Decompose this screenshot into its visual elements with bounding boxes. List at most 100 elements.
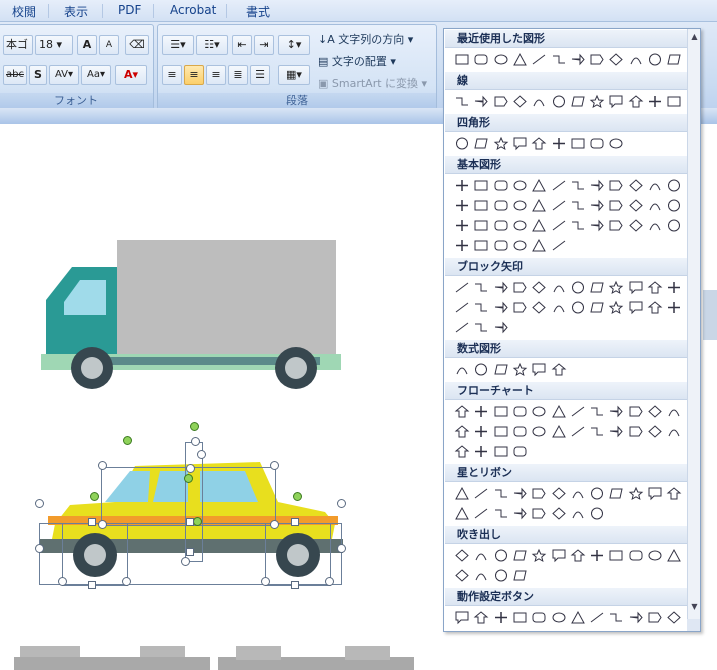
shape-option-icon[interactable] bbox=[589, 610, 605, 625]
shape-option-icon[interactable] bbox=[493, 198, 509, 213]
shape-option-icon[interactable] bbox=[647, 548, 663, 563]
shape-option-icon[interactable] bbox=[493, 218, 509, 233]
shape-option-icon[interactable] bbox=[551, 218, 567, 233]
shape-option-icon[interactable] bbox=[608, 548, 624, 563]
shape-option-icon[interactable] bbox=[493, 404, 509, 419]
shape-option-icon[interactable] bbox=[493, 178, 509, 193]
shape-option-icon[interactable] bbox=[512, 548, 528, 563]
shape-option-icon[interactable] bbox=[628, 548, 644, 563]
columns-button[interactable]: ▦▾ bbox=[278, 65, 310, 85]
shape-option-icon[interactable] bbox=[608, 404, 624, 419]
text-direction-button[interactable]: ↓A 文字列の方向 ▾ bbox=[318, 31, 436, 49]
shape-option-icon[interactable] bbox=[512, 424, 528, 439]
font-name-box[interactable]: 本ゴ bbox=[3, 35, 33, 55]
tab-review[interactable]: 校閲 bbox=[12, 3, 36, 20]
resize-handle[interactable] bbox=[186, 464, 195, 473]
shape-option-icon[interactable] bbox=[531, 362, 547, 377]
shape-option-icon[interactable] bbox=[454, 94, 470, 109]
shape-option-icon[interactable] bbox=[473, 52, 489, 67]
shape-option-icon[interactable] bbox=[493, 320, 509, 335]
shape-option-icon[interactable] bbox=[473, 568, 489, 583]
shape-option-icon[interactable] bbox=[551, 404, 567, 419]
shape-option-icon[interactable] bbox=[628, 198, 644, 213]
tab-acrobat[interactable]: Acrobat bbox=[170, 3, 216, 17]
shape-option-icon[interactable] bbox=[473, 506, 489, 521]
scroll-up-icon[interactable]: ▲ bbox=[689, 31, 700, 43]
shape-option-icon[interactable] bbox=[454, 238, 470, 253]
resize-handle[interactable] bbox=[98, 520, 107, 529]
shape-option-icon[interactable] bbox=[493, 136, 509, 151]
numbering-button[interactable]: ☷▾ bbox=[196, 35, 228, 55]
shape-option-icon[interactable] bbox=[608, 280, 624, 295]
shape-option-icon[interactable] bbox=[647, 94, 663, 109]
shape-option-icon[interactable] bbox=[570, 136, 586, 151]
clear-format-icon[interactable]: ⌫ bbox=[125, 35, 149, 55]
rotation-handle[interactable] bbox=[193, 517, 202, 526]
shape-option-icon[interactable] bbox=[666, 280, 682, 295]
resize-grip-icon[interactable] bbox=[687, 619, 700, 631]
shape-option-icon[interactable] bbox=[666, 52, 682, 67]
shape-option-icon[interactable] bbox=[647, 404, 663, 419]
shape-option-icon[interactable] bbox=[512, 444, 528, 459]
shape-option-icon[interactable] bbox=[628, 94, 644, 109]
shape-option-icon[interactable] bbox=[454, 506, 470, 521]
resize-handle[interactable] bbox=[181, 557, 190, 566]
shape-option-icon[interactable] bbox=[608, 198, 624, 213]
shape-option-icon[interactable] bbox=[473, 548, 489, 563]
shape-option-icon[interactable] bbox=[666, 548, 682, 563]
shape-option-icon[interactable] bbox=[473, 320, 489, 335]
shape-option-icon[interactable] bbox=[551, 94, 567, 109]
shape-option-icon[interactable] bbox=[493, 280, 509, 295]
shape-option-icon[interactable] bbox=[454, 178, 470, 193]
shape-option-icon[interactable] bbox=[666, 486, 682, 501]
rotation-handle[interactable] bbox=[190, 422, 199, 431]
shape-option-icon[interactable] bbox=[512, 218, 528, 233]
shape-option-icon[interactable] bbox=[493, 568, 509, 583]
shape-option-icon[interactable] bbox=[570, 404, 586, 419]
shape-option-icon[interactable] bbox=[608, 486, 624, 501]
shape-option-icon[interactable] bbox=[589, 548, 605, 563]
shape-option-icon[interactable] bbox=[570, 548, 586, 563]
shape-option-icon[interactable] bbox=[570, 280, 586, 295]
shape-option-icon[interactable] bbox=[454, 610, 470, 625]
shape-option-icon[interactable] bbox=[647, 178, 663, 193]
shape-option-icon[interactable] bbox=[454, 548, 470, 563]
font-color-button[interactable]: A▾ bbox=[115, 65, 147, 85]
shape-option-icon[interactable] bbox=[628, 218, 644, 233]
shape-option-icon[interactable] bbox=[647, 424, 663, 439]
shape-option-icon[interactable] bbox=[531, 424, 547, 439]
resize-handle[interactable] bbox=[88, 518, 96, 526]
shape-option-icon[interactable] bbox=[551, 362, 567, 377]
tab-format[interactable]: 書式 bbox=[246, 3, 270, 20]
shape-option-icon[interactable] bbox=[473, 424, 489, 439]
shape-option-icon[interactable] bbox=[454, 568, 470, 583]
strikethrough-button[interactable]: abc bbox=[3, 65, 27, 85]
shape-option-icon[interactable] bbox=[666, 94, 682, 109]
shape-option-icon[interactable] bbox=[628, 52, 644, 67]
align-center-button[interactable]: ≡ bbox=[184, 65, 204, 85]
shape-option-icon[interactable] bbox=[589, 52, 605, 67]
shape-option-icon[interactable] bbox=[454, 300, 470, 315]
shape-option-icon[interactable] bbox=[531, 486, 547, 501]
shape-option-icon[interactable] bbox=[551, 198, 567, 213]
shape-option-icon[interactable] bbox=[570, 94, 586, 109]
shape-option-icon[interactable] bbox=[531, 178, 547, 193]
shape-option-icon[interactable] bbox=[473, 94, 489, 109]
shape-option-icon[interactable] bbox=[551, 506, 567, 521]
shape-option-icon[interactable] bbox=[512, 506, 528, 521]
shape-option-icon[interactable] bbox=[666, 198, 682, 213]
shape-option-icon[interactable] bbox=[531, 52, 547, 67]
shape-option-icon[interactable] bbox=[666, 218, 682, 233]
shape-option-icon[interactable] bbox=[512, 94, 528, 109]
shape-option-icon[interactable] bbox=[666, 610, 682, 625]
shape-option-icon[interactable] bbox=[473, 218, 489, 233]
justify-button[interactable]: ≣ bbox=[228, 65, 248, 85]
shape-option-icon[interactable] bbox=[589, 300, 605, 315]
shape-option-icon[interactable] bbox=[589, 136, 605, 151]
shape-option-icon[interactable] bbox=[454, 486, 470, 501]
grow-font-button[interactable]: A bbox=[77, 35, 97, 55]
resize-handle[interactable] bbox=[58, 577, 67, 586]
shape-option-icon[interactable] bbox=[531, 136, 547, 151]
shape-option-icon[interactable] bbox=[454, 198, 470, 213]
shape-option-icon[interactable] bbox=[531, 94, 547, 109]
